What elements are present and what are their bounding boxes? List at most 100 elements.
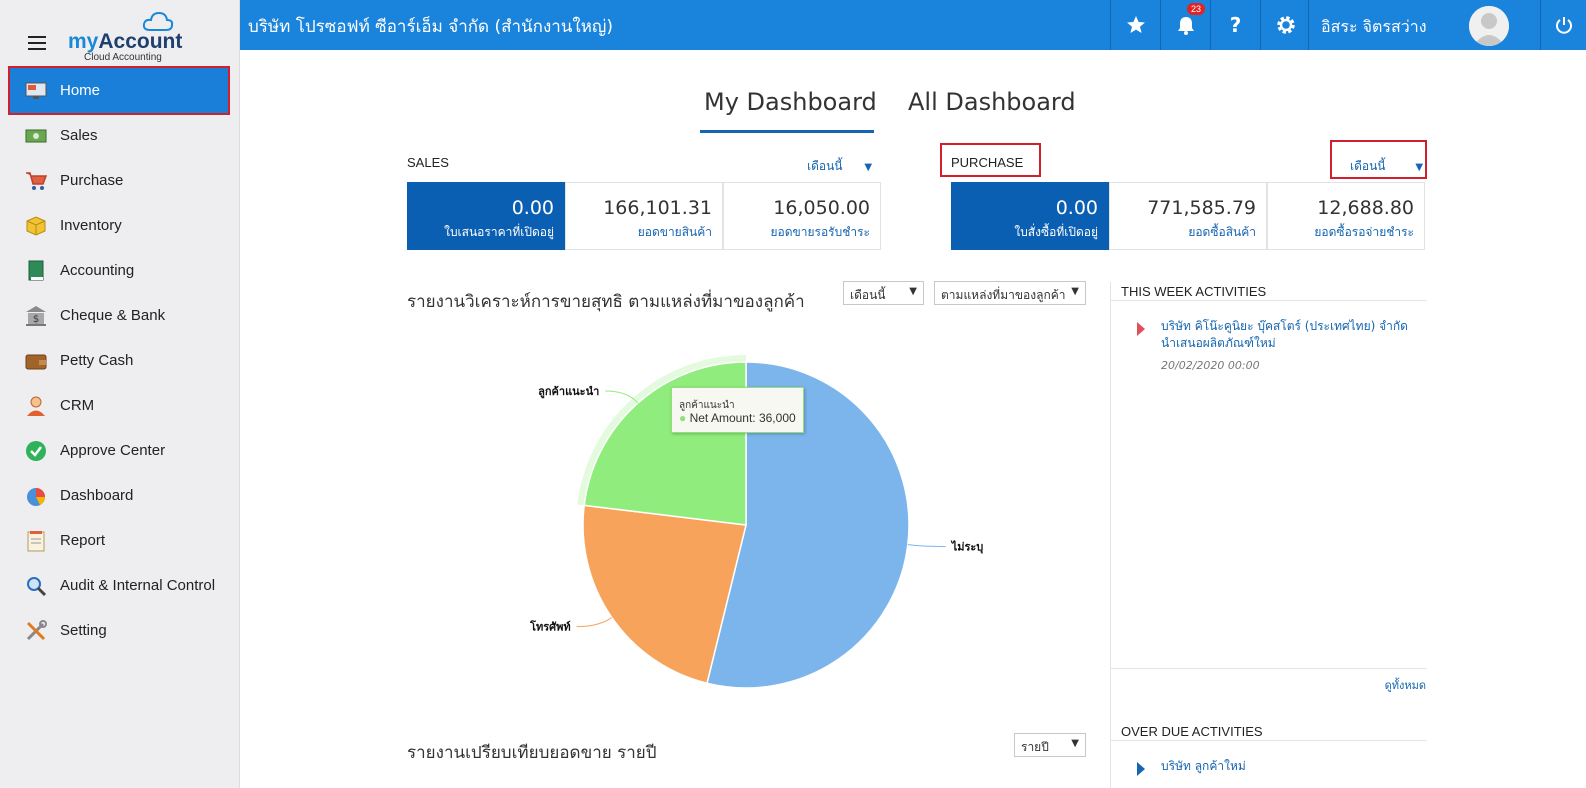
sidebar-item-label: Report (60, 532, 106, 549)
overdue-activity-item[interactable]: บริษัท ลูกค้าใหม่ (1161, 758, 1246, 775)
sidebar-item-label: Home (60, 82, 101, 99)
stat-purchase-amount[interactable]: 771,585.79 ยอดซื้อสินค้า (1109, 182, 1267, 250)
stat-sales-amount[interactable]: 166,101.31 ยอดขายสินค้า (565, 182, 723, 250)
stat-label: ยอดซื้อรอจ่ายชำระ (1314, 225, 1414, 239)
stat-purchase-payable[interactable]: 12,688.80 ยอดซื้อรอจ่ายชำระ (1267, 182, 1425, 250)
sidebar-item-petty-cash[interactable]: Petty Cash (0, 338, 240, 383)
settings-button[interactable] (1260, 0, 1310, 50)
activity-arrow-icon (1137, 762, 1145, 776)
view-all-link[interactable]: ดูทั้งหมด (1385, 676, 1426, 694)
sidebar-item-label: Approve Center (60, 442, 166, 459)
divider (1111, 668, 1427, 669)
sidebar: myAccount Cloud Accounting Home Sales Pu… (0, 0, 240, 788)
book-icon (24, 259, 48, 283)
stat-label: ใบสั่งซื้อที่เปิดอยู่ (1014, 225, 1098, 239)
pie-slice-label: ไม่ระบุ (950, 540, 984, 555)
stat-open-purchase-orders[interactable]: 0.00 ใบสั่งซื้อที่เปิดอยู่ (951, 182, 1109, 250)
magnifier-icon (24, 574, 48, 598)
report-group-select[interactable]: ตามแหล่งที่มาของลูกค้า ▼ (934, 281, 1086, 305)
sidebar-item-purchase[interactable]: Purchase (0, 158, 240, 203)
tooltip-body: ● Net Amount: 36,000 (679, 411, 796, 425)
tab-all-dashboard[interactable]: All Dashboard (908, 88, 1076, 116)
bell-icon (1177, 17, 1194, 35)
overdue-activities-title: OVER DUE ACTIVITIES (1121, 724, 1263, 739)
sidebar-item-home[interactable]: Home (8, 66, 230, 115)
stat-value: 0.00 (1055, 197, 1098, 219)
sidebar-item-label: Dashboard (60, 487, 134, 504)
active-tab-indicator (700, 130, 874, 133)
report2-title: รายงานเปรียบเทียบยอดขาย รายปี (407, 743, 657, 763)
stat-value: 771,585.79 (1147, 197, 1256, 219)
sidebar-item-report[interactable]: Report (0, 518, 240, 563)
sidebar-item-approve-center[interactable]: Approve Center (0, 428, 240, 473)
activities-panel: THIS WEEK ACTIVITIES บริษัท คิโน๊ะคูนิยะ… (1110, 282, 1427, 788)
report-icon (24, 529, 48, 553)
username: อิสระ จิตรสว่าง (1321, 17, 1427, 36)
purchase-period-value: เดือนนี้ (1350, 159, 1386, 173)
purchase-period-select[interactable]: เดือนนี้ ▼ (1350, 157, 1423, 176)
sidebar-item-label: CRM (60, 397, 95, 414)
sidebar-item-label: Accounting (60, 262, 135, 279)
week-activities-title: THIS WEEK ACTIVITIES (1121, 284, 1267, 299)
activity-title: บริษัท ลูกค้าใหม่ (1161, 759, 1246, 773)
sidebar-item-setting[interactable]: Setting (0, 608, 240, 653)
sales-period-select[interactable]: เดือนนี้ ▼ (807, 157, 872, 176)
stat-sales-receivable[interactable]: 16,050.00 ยอดขายรอรับชำระ (723, 182, 881, 250)
tab-my-dashboard[interactable]: My Dashboard (704, 88, 877, 116)
sidebar-item-label: Setting (60, 622, 107, 639)
report2-select-value: รายปี (1021, 740, 1049, 754)
notifications-button[interactable]: 23 (1160, 0, 1210, 50)
report-period-select[interactable]: เดือนนี้ ▼ (843, 281, 924, 305)
report-group-value: ตามแหล่งที่มาของลูกค้า (941, 288, 1066, 302)
report-period-value: เดือนนี้ (850, 288, 886, 302)
stat-label: ยอดขายสินค้า (637, 225, 712, 239)
sidebar-item-accounting[interactable]: Accounting (0, 248, 240, 293)
stat-value: 16,050.00 (773, 197, 870, 219)
logo-title: myAccount (68, 30, 183, 53)
sidebar-item-label: Sales (60, 127, 98, 144)
activity-date: 20/02/2020 00:00 (1161, 359, 1260, 372)
company-name[interactable]: บริษัท โปรซอฟท์ ซีอาร์เอ็ม จำกัด (สำนักง… (248, 13, 613, 40)
user-menu[interactable]: อิสระ จิตรสว่าง (1308, 0, 1540, 50)
star-icon (1126, 16, 1145, 33)
sidebar-item-audit[interactable]: Audit & Internal Control (0, 563, 240, 608)
cloud-icon (142, 11, 174, 31)
favorites-button[interactable] (1110, 0, 1160, 50)
activity-title: บริษัท คิโน๊ะคูนิยะ บุ๊คสโตร์ (ประเทศไทย… (1161, 319, 1408, 333)
stat-label: ยอดซื้อสินค้า (1188, 225, 1256, 239)
help-icon: ? (1229, 13, 1242, 37)
pie-chart: ไม่ระบุโทรศัพท์ ลูกค้าแนะนำ (529, 355, 984, 689)
report2-select[interactable]: รายปี ▼ (1014, 733, 1086, 757)
app-logo[interactable]: myAccount Cloud Accounting (66, 10, 186, 64)
sidebar-item-sales[interactable]: Sales (0, 113, 240, 158)
notification-badge: 23 (1187, 3, 1206, 15)
sidebar-item-cheque-bank[interactable]: $ Cheque & Bank (0, 293, 240, 338)
pie-slice-label: ลูกค้าแนะนำ (538, 385, 599, 399)
sidebar-item-label: Audit & Internal Control (60, 577, 216, 594)
logout-button[interactable] (1540, 0, 1586, 50)
activity-arrow-icon (1137, 322, 1145, 336)
stat-open-quotations[interactable]: 0.00 ใบเสนอราคาที่เปิดอยู่ (407, 182, 565, 250)
hamburger-menu-icon[interactable] (28, 36, 46, 50)
logo-subtitle: Cloud Accounting (84, 52, 162, 63)
svg-text:$: $ (33, 314, 39, 325)
cart-icon (24, 169, 48, 193)
series-dot-icon: ● (679, 411, 690, 425)
chevron-down-icon: ▼ (1071, 738, 1079, 749)
sales-period-value: เดือนนี้ (807, 159, 843, 173)
sidebar-item-label: Purchase (60, 172, 124, 189)
help-button[interactable]: ? (1210, 0, 1260, 50)
bank-icon: $ (24, 304, 48, 328)
sidebar-item-crm[interactable]: CRM (0, 383, 240, 428)
avatar[interactable] (1469, 6, 1509, 46)
activity-item[interactable]: บริษัท คิโน๊ะคูนิยะ บุ๊คสโตร์ (ประเทศไทย… (1161, 318, 1408, 352)
pie-connector (907, 544, 946, 548)
sidebar-item-dashboard[interactable]: Dashboard (0, 473, 240, 518)
chevron-down-icon: ▼ (1415, 162, 1424, 173)
sidebar-item-inventory[interactable]: Inventory (0, 203, 240, 248)
activity-subject: นำเสนอผลิตภัณฑ์ใหม่ (1161, 336, 1276, 350)
stat-value: 166,101.31 (603, 197, 712, 219)
pie-connector (576, 617, 613, 628)
sidebar-item-label: Cheque & Bank (60, 307, 166, 324)
monitor-icon (24, 79, 48, 103)
